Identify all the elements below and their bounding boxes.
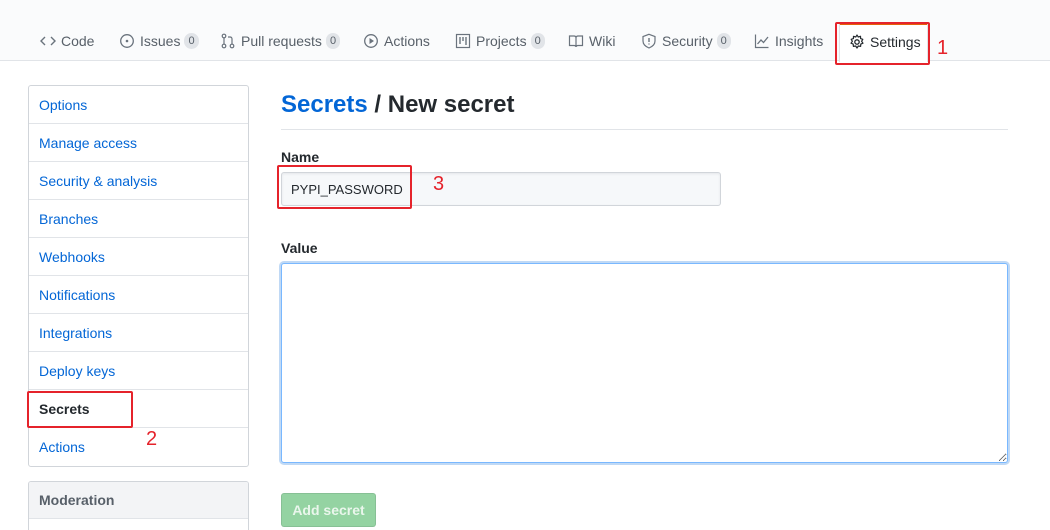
value-field-label: Value — [281, 240, 318, 256]
tab-insights-label: Insights — [775, 33, 824, 49]
secret-value-textarea[interactable] — [281, 263, 1008, 463]
gear-icon — [850, 34, 864, 49]
secret-name-input[interactable] — [281, 172, 721, 206]
project-icon — [455, 33, 471, 49]
graph-icon — [754, 34, 769, 49]
sidebar-item-manage-access[interactable]: Manage access — [29, 124, 248, 162]
breadcrumb-secrets-link[interactable]: Secrets — [281, 91, 368, 118]
tab-projects[interactable]: Projects 0 — [455, 22, 545, 62]
tab-issues-label: Issues — [140, 33, 181, 49]
tab-issues[interactable]: Issues 0 — [119, 22, 199, 62]
pull-request-icon — [221, 33, 235, 49]
repo-nav-bar: Code Issues 0 Pull requests 0 Actions Pr… — [0, 0, 1050, 62]
tab-pull-requests-label: Pull requests — [241, 33, 322, 49]
sidebar-item-branches[interactable]: Branches — [29, 200, 248, 238]
sidebar-item-integrations[interactable]: Integrations — [29, 314, 248, 352]
tab-security[interactable]: Security 0 — [641, 22, 731, 62]
tab-actions[interactable]: Actions — [363, 22, 430, 62]
sidebar-item-security-analysis[interactable]: Security & analysis — [29, 162, 248, 200]
tab-security-count: 0 — [716, 33, 731, 49]
annotation-number-3: 3 — [433, 173, 445, 195]
tab-pull-requests[interactable]: Pull requests 0 — [220, 22, 341, 62]
play-icon — [364, 34, 378, 48]
tab-pull-requests-count: 0 — [325, 33, 341, 49]
tab-code[interactable]: Code — [40, 22, 94, 62]
tab-security-label: Security — [662, 33, 713, 49]
sidebar-item-webhooks[interactable]: Webhooks — [29, 238, 248, 276]
tab-code-label: Code — [61, 33, 95, 49]
tab-projects-count: 0 — [530, 33, 545, 49]
annotation-number-1: 1 — [937, 37, 949, 59]
sidebar-item-deploy-keys[interactable]: Deploy keys — [29, 352, 248, 390]
tab-settings-label: Settings — [870, 34, 921, 50]
tab-actions-label: Actions — [384, 33, 430, 49]
book-icon — [568, 35, 584, 48]
settings-sidebar: Options Manage access Security & analysi… — [28, 85, 249, 467]
sidebar-item-actions[interactable]: Actions — [29, 428, 248, 466]
tab-settings[interactable]: Settings — [839, 22, 928, 62]
sidebar-item-notifications[interactable]: Notifications — [29, 276, 248, 314]
shield-icon — [642, 33, 656, 49]
sidebar-item-secrets[interactable]: Secrets — [29, 390, 248, 428]
breadcrumb-separator: / — [367, 91, 388, 118]
page-title-text: New secret — [387, 91, 515, 118]
moderation-sidebar: Moderation — [28, 481, 249, 530]
add-secret-button[interactable]: Add secret — [281, 493, 376, 527]
page-title: Secrets / New secret — [281, 90, 1008, 130]
tab-insights[interactable]: Insights — [754, 22, 823, 62]
annotation-number-2: 2 — [146, 428, 158, 450]
moderation-heading: Moderation — [29, 482, 248, 519]
tab-wiki-label: Wiki — [589, 33, 616, 49]
name-field-label: Name — [281, 149, 320, 165]
issue-icon — [120, 34, 134, 48]
tab-projects-label: Projects — [476, 33, 527, 49]
tab-wiki[interactable]: Wiki — [568, 22, 615, 62]
sidebar-item-options[interactable]: Options — [29, 86, 248, 124]
code-icon — [40, 36, 56, 46]
tab-issues-count: 0 — [184, 33, 199, 49]
